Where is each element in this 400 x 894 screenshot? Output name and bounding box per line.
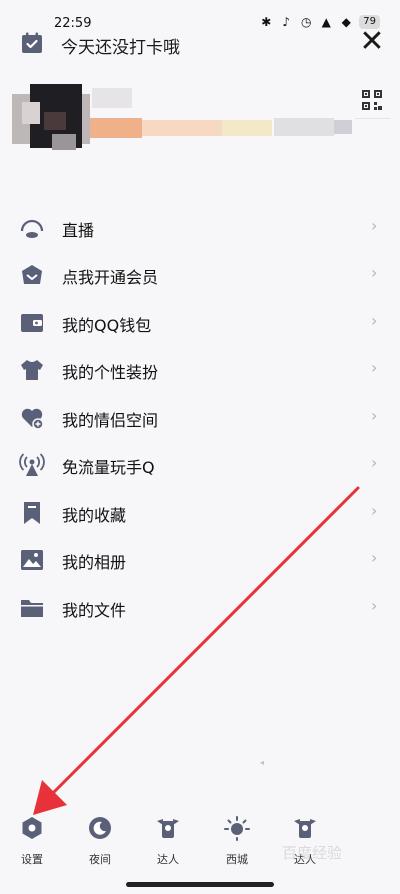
chevron-right-icon: › (371, 263, 378, 282)
city-button[interactable]: 西城 (215, 815, 259, 867)
expert-button[interactable]: 达人 (146, 815, 190, 867)
menu-item-label: 直播 (62, 221, 95, 240)
chevron-right-icon: › (371, 501, 378, 520)
menu-item-couple[interactable]: 我的情侣空间 › (0, 395, 400, 442)
settings-label: 设置 (21, 853, 43, 866)
expert-label: 达人 (157, 853, 179, 866)
signal-icon: ▲ (321, 15, 331, 29)
heart-icon (21, 408, 44, 430)
menu-item-label: 我的QQ钱包 (62, 316, 152, 335)
watermark-logo: 百度经验 (282, 844, 343, 862)
qr-code-icon[interactable] (362, 90, 382, 110)
wifi-icon: ◆ (341, 15, 351, 29)
menu-item-album[interactable]: 我的相册 › (0, 537, 400, 584)
settings-button[interactable]: 设置 (10, 815, 54, 867)
alarm-icon: ◷ (301, 15, 312, 29)
expert-icon (294, 819, 316, 838)
menu-item-label: 点我开通会员 (62, 268, 159, 287)
menu-item-label: 免流量玩手Q (62, 458, 155, 477)
home-indicator[interactable] (126, 882, 274, 887)
menu-item-files[interactable]: 我的文件 › (0, 585, 400, 632)
live-icon (20, 219, 44, 238)
divider (355, 118, 390, 119)
menu-item-label: 我的情侣空间 (62, 411, 159, 430)
menu-item-label: 我的个性装扮 (62, 363, 159, 382)
faint-mark: ◂ (260, 758, 265, 767)
expert-icon (157, 819, 179, 838)
night-mode-label: 夜间 (89, 853, 111, 866)
menu-item-theme[interactable]: 我的个性装扮 › (0, 347, 400, 394)
close-button[interactable]: ✕ (359, 27, 385, 57)
chevron-right-icon: › (371, 358, 378, 377)
menu-item-free-data[interactable]: 免流量玩手Q › (0, 442, 400, 489)
menu-item-label: 我的相册 (62, 553, 127, 572)
status-time: 22:59 (54, 16, 92, 31)
folder-icon (21, 600, 43, 617)
menu-item-vip[interactable]: 点我开通会员 › (0, 252, 400, 299)
menu-item-favorites[interactable]: 我的收藏 › (0, 490, 400, 537)
chevron-right-icon: › (371, 311, 378, 330)
chevron-right-icon: › (371, 216, 378, 235)
bluetooth-icon: ✱ (261, 15, 272, 29)
menu-item-label: 我的收藏 (62, 506, 127, 525)
menu-item-wallet[interactable]: 我的QQ钱包 › (0, 300, 400, 347)
bookmark-icon (24, 502, 40, 524)
sun-icon (224, 816, 250, 841)
wallet-icon (21, 314, 43, 332)
city-label: 西城 (226, 853, 248, 866)
checkin-prompt[interactable]: 今天还没打卡哦 (61, 33, 180, 58)
night-mode-button[interactable]: 夜间 (78, 815, 122, 867)
shirt-icon (21, 360, 43, 380)
vip-icon (22, 265, 42, 284)
photo-icon (21, 550, 43, 570)
mute-icon: ♪ (282, 15, 291, 29)
chevron-right-icon: › (371, 596, 378, 615)
settings-icon (22, 817, 42, 839)
profile-card[interactable] (12, 84, 352, 154)
moon-icon (89, 817, 111, 839)
menu-item-label: 我的文件 (62, 601, 127, 620)
menu-item-live[interactable]: 直播 › (0, 205, 400, 252)
chevron-right-icon: › (371, 453, 378, 472)
signal-icon (19, 453, 45, 476)
calendar-icon[interactable] (20, 31, 44, 55)
chevron-right-icon: › (371, 406, 378, 425)
chevron-right-icon: › (371, 548, 378, 567)
